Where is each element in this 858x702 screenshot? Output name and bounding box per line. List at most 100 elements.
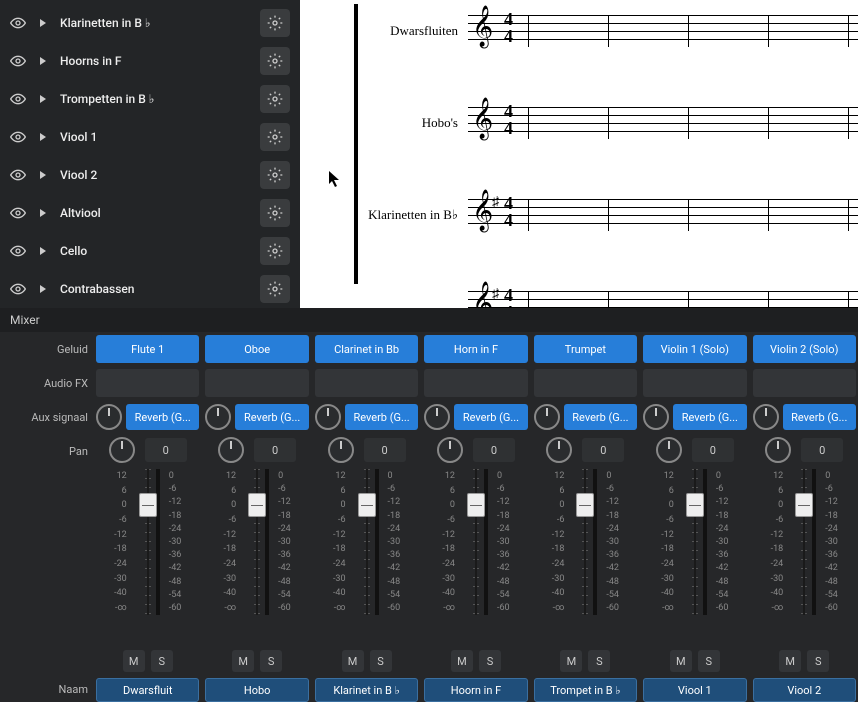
- solo-button[interactable]: S: [370, 650, 392, 672]
- mute-button[interactable]: M: [342, 650, 364, 672]
- instrument-settings-button[interactable]: [260, 161, 290, 189]
- expand-icon[interactable]: [38, 56, 48, 66]
- aux-send-knob[interactable]: [315, 404, 341, 430]
- audio-fx-slot[interactable]: [643, 369, 746, 397]
- solo-button[interactable]: S: [588, 650, 610, 672]
- instrument-settings-button[interactable]: [260, 47, 290, 75]
- score-view[interactable]: Dwarsfluiten𝄞44Hobo's𝄞44Klarinetten in B…: [300, 0, 858, 308]
- visibility-icon[interactable]: [10, 205, 26, 221]
- pan-value[interactable]: 0: [473, 438, 515, 462]
- instrument-settings-button[interactable]: [260, 85, 290, 113]
- aux-send-knob[interactable]: [205, 404, 231, 430]
- instrument-settings-button[interactable]: [260, 237, 290, 265]
- aux-send-knob[interactable]: [753, 404, 779, 430]
- staff-lines[interactable]: 𝄞44: [468, 15, 858, 47]
- fader-handle[interactable]: [467, 493, 485, 517]
- channel-name-field[interactable]: Viool 2: [753, 678, 856, 702]
- instrument-row[interactable]: Klarinetten in B ♭: [10, 4, 290, 42]
- staff-lines[interactable]: 𝄞44: [468, 107, 858, 139]
- expand-icon[interactable]: [38, 284, 48, 294]
- expand-icon[interactable]: [38, 170, 48, 180]
- channel-name-field[interactable]: Hoorn in F: [424, 678, 527, 702]
- audio-fx-slot[interactable]: [315, 369, 418, 397]
- aux-send-button[interactable]: Reverb (G...: [235, 404, 308, 430]
- aux-send-knob[interactable]: [534, 404, 560, 430]
- fader-handle[interactable]: [248, 493, 266, 517]
- staff-row[interactable]: 𝄞♯44: [360, 286, 858, 308]
- solo-button[interactable]: S: [698, 650, 720, 672]
- aux-send-knob[interactable]: [96, 404, 122, 430]
- channel-name-field[interactable]: Hobo: [205, 678, 308, 702]
- staff-row[interactable]: Dwarsfluiten𝄞44: [360, 10, 858, 52]
- instrument-row[interactable]: Hoorns in F: [10, 42, 290, 80]
- mute-button[interactable]: M: [560, 650, 582, 672]
- audio-fx-slot[interactable]: [96, 369, 199, 397]
- audio-fx-slot[interactable]: [424, 369, 527, 397]
- visibility-icon[interactable]: [10, 167, 26, 183]
- visibility-icon[interactable]: [10, 91, 26, 107]
- channel-name-field[interactable]: Viool 1: [643, 678, 746, 702]
- sound-select-button[interactable]: Violin 1 (Solo): [643, 335, 746, 363]
- solo-button[interactable]: S: [807, 650, 829, 672]
- instrument-settings-button[interactable]: [260, 123, 290, 151]
- aux-send-button[interactable]: Reverb (G...: [345, 404, 418, 430]
- volume-fader[interactable]: [240, 469, 274, 615]
- pan-value[interactable]: 0: [254, 438, 296, 462]
- staff-row[interactable]: Klarinetten in B♭𝄞♯44: [360, 194, 858, 236]
- pan-knob[interactable]: [546, 437, 572, 463]
- volume-fader[interactable]: [787, 469, 821, 615]
- instrument-row[interactable]: Altviool: [10, 194, 290, 232]
- instrument-row[interactable]: Cello: [10, 232, 290, 270]
- volume-fader[interactable]: [568, 469, 602, 615]
- solo-button[interactable]: S: [479, 650, 501, 672]
- instrument-settings-button[interactable]: [260, 9, 290, 37]
- pan-value[interactable]: 0: [145, 438, 187, 462]
- pan-knob[interactable]: [765, 437, 791, 463]
- pan-knob[interactable]: [109, 437, 135, 463]
- visibility-icon[interactable]: [10, 281, 26, 297]
- pan-knob[interactable]: [218, 437, 244, 463]
- instrument-settings-button[interactable]: [260, 275, 290, 303]
- volume-fader[interactable]: [678, 469, 712, 615]
- aux-send-button[interactable]: Reverb (G...: [454, 404, 527, 430]
- mute-button[interactable]: M: [670, 650, 692, 672]
- audio-fx-slot[interactable]: [753, 369, 856, 397]
- visibility-icon[interactable]: [10, 243, 26, 259]
- instrument-row[interactable]: Viool 1: [10, 118, 290, 156]
- pan-knob[interactable]: [328, 437, 354, 463]
- pan-knob[interactable]: [437, 437, 463, 463]
- mute-button[interactable]: M: [451, 650, 473, 672]
- visibility-icon[interactable]: [10, 53, 26, 69]
- fader-handle[interactable]: [795, 493, 813, 517]
- audio-fx-slot[interactable]: [205, 369, 308, 397]
- visibility-icon[interactable]: [10, 15, 26, 31]
- channel-name-field[interactable]: Trompet in B ♭: [534, 678, 637, 702]
- mute-button[interactable]: M: [779, 650, 801, 672]
- visibility-icon[interactable]: [10, 129, 26, 145]
- sound-select-button[interactable]: Clarinet in Bb: [315, 335, 418, 363]
- aux-send-knob[interactable]: [424, 404, 450, 430]
- audio-fx-slot[interactable]: [534, 369, 637, 397]
- solo-button[interactable]: S: [260, 650, 282, 672]
- fader-handle[interactable]: [576, 493, 594, 517]
- fader-handle[interactable]: [139, 493, 157, 517]
- staff-lines[interactable]: 𝄞♯44: [468, 291, 858, 308]
- volume-fader[interactable]: [350, 469, 384, 615]
- aux-send-button[interactable]: Reverb (G...: [673, 404, 746, 430]
- instrument-settings-button[interactable]: [260, 199, 290, 227]
- pan-value[interactable]: 0: [582, 438, 624, 462]
- aux-send-knob[interactable]: [643, 404, 669, 430]
- pan-value[interactable]: 0: [364, 438, 406, 462]
- sound-select-button[interactable]: Oboe: [205, 335, 308, 363]
- expand-icon[interactable]: [38, 246, 48, 256]
- expand-icon[interactable]: [38, 208, 48, 218]
- volume-fader[interactable]: [459, 469, 493, 615]
- pan-value[interactable]: 0: [801, 438, 843, 462]
- fader-handle[interactable]: [358, 493, 376, 517]
- instrument-row[interactable]: Viool 2: [10, 156, 290, 194]
- channel-name-field[interactable]: Dwarsfluit: [96, 678, 199, 702]
- instrument-row[interactable]: Contrabassen: [10, 270, 290, 308]
- expand-icon[interactable]: [38, 132, 48, 142]
- sound-select-button[interactable]: Violin 2 (Solo): [753, 335, 856, 363]
- aux-send-button[interactable]: Reverb (G...: [126, 404, 199, 430]
